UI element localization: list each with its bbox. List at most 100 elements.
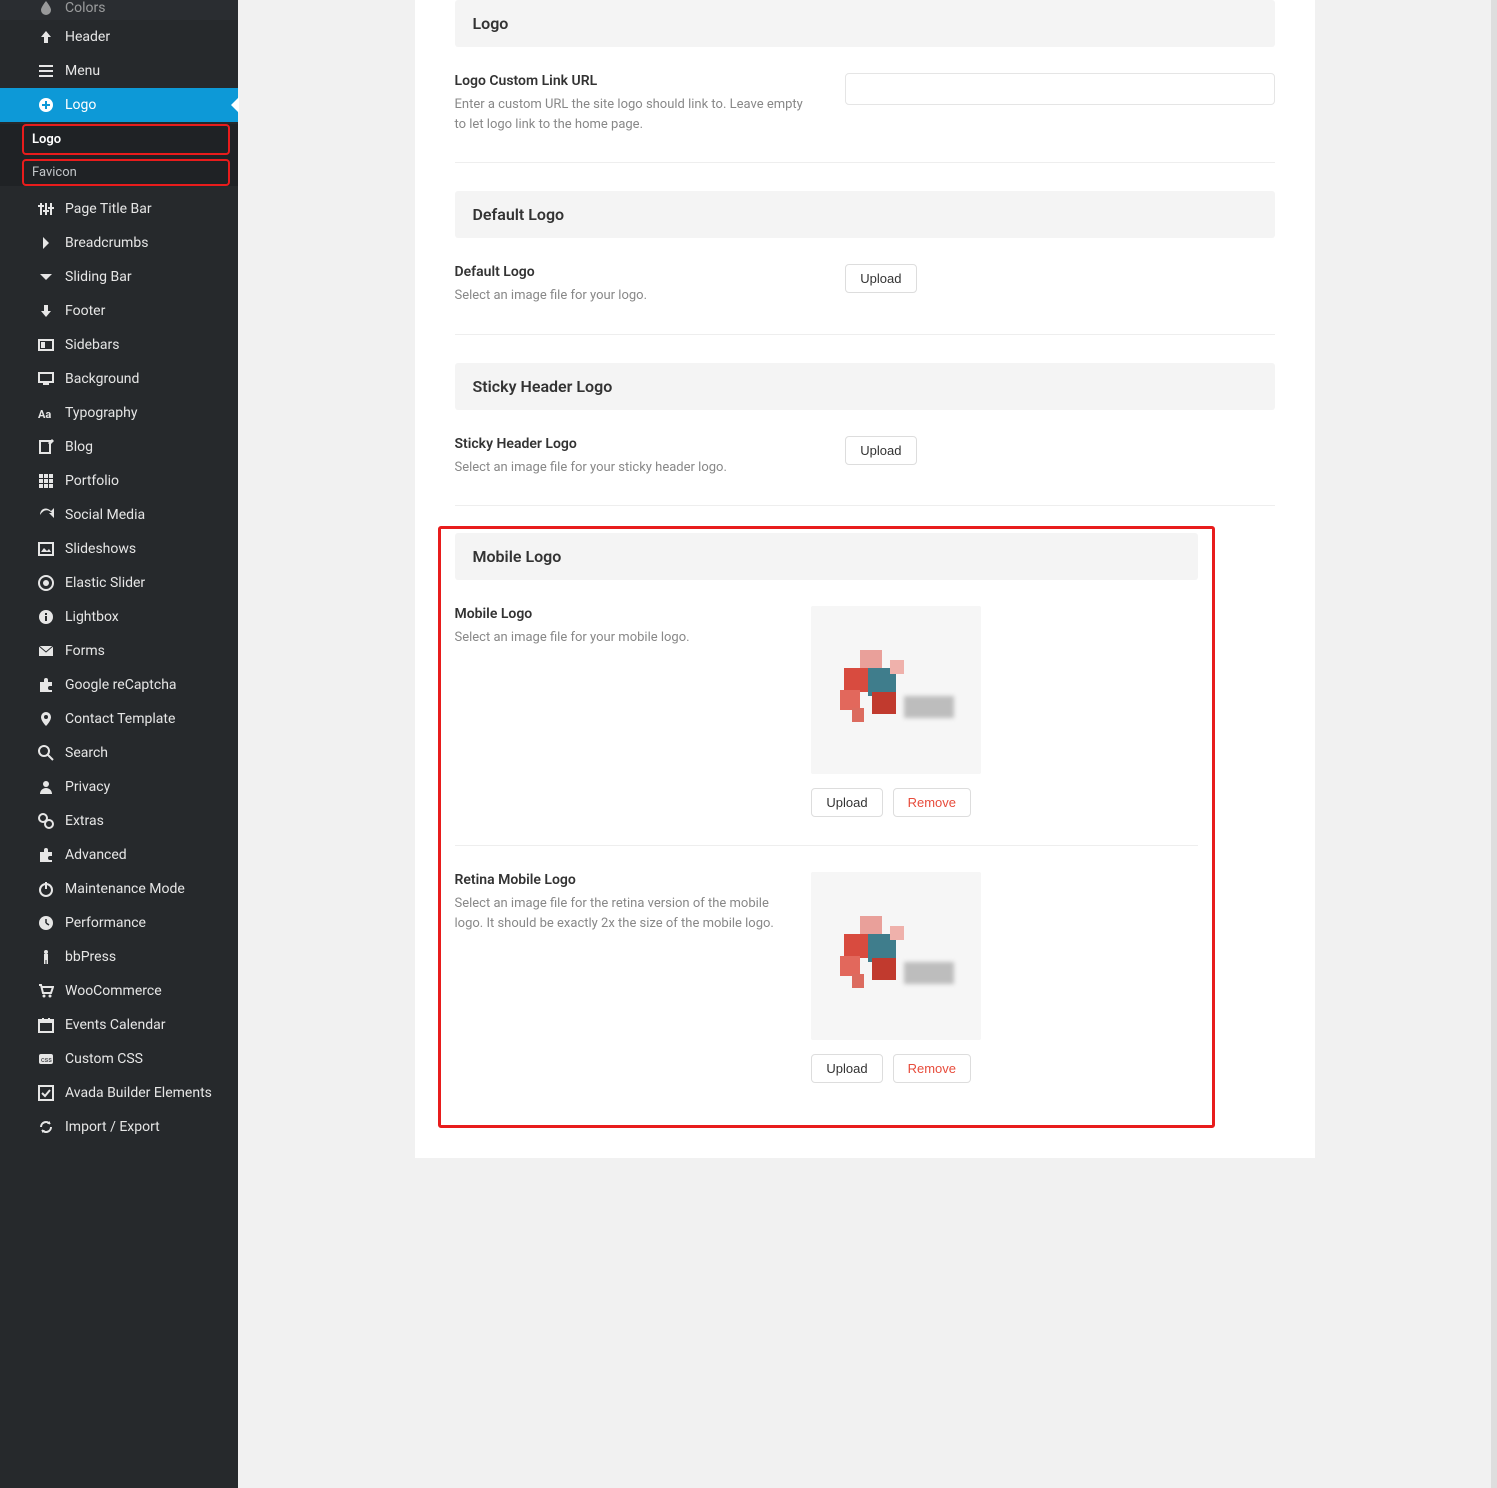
field-sticky-logo: Sticky Header Logo Select an image file … [455, 410, 1275, 507]
sidebar-item-lightbox[interactable]: Lightbox [0, 600, 238, 634]
sidebar-item-menu[interactable]: Menu [0, 54, 238, 88]
rect-icon [37, 337, 55, 353]
edit-icon [37, 439, 55, 455]
person-icon [37, 949, 55, 965]
sidebar-sub-item-favicon[interactable]: Favicon [32, 163, 220, 182]
sidebar-item-maintenance-mode[interactable]: Maintenance Mode [0, 872, 238, 906]
sidebar-item-avada-builder-elements[interactable]: Avada Builder Elements [0, 1076, 238, 1110]
sidebar-item-contact-template[interactable]: Contact Template [0, 702, 238, 736]
remove-button[interactable]: Remove [893, 788, 971, 817]
section-head-logo: Logo [455, 0, 1275, 47]
refresh-icon [37, 1119, 55, 1135]
sidebar-item-elastic-slider[interactable]: Elastic Slider [0, 566, 238, 600]
field-logo-custom-link: Logo Custom Link URL Enter a custom URL … [455, 47, 1275, 163]
sidebar-item-privacy[interactable]: Privacy [0, 770, 238, 804]
sidebar-item-performance[interactable]: Performance [0, 906, 238, 940]
field-title: Logo Custom Link URL [455, 73, 816, 89]
puzzle-icon [37, 677, 55, 693]
upload-button[interactable]: Upload [845, 436, 916, 465]
sidebar-item-label: Maintenance Mode [37, 881, 185, 897]
sidebar-item-social-media[interactable]: Social Media [0, 498, 238, 532]
css-icon: css [37, 1051, 55, 1067]
main-outer: Logo Logo Custom Link URL Enter a custom… [238, 0, 1497, 1488]
section-head-default-logo: Default Logo [455, 191, 1275, 238]
field-desc: Select an image file for your mobile log… [455, 628, 782, 648]
sub-item-label: Logo [32, 132, 61, 147]
sidebar-item-sliding-bar[interactable]: Sliding Bar [0, 260, 238, 294]
field-title: Default Logo [455, 264, 816, 280]
sidebar-sub-items: Logo Favicon [0, 124, 238, 186]
remove-button[interactable]: Remove [893, 1054, 971, 1083]
section-head-sticky: Sticky Header Logo [455, 363, 1275, 410]
sidebar-item-portfolio[interactable]: Portfolio [0, 464, 238, 498]
section-head-mobile: Mobile Logo [455, 533, 1198, 580]
sidebar-item-slideshows[interactable]: Slideshows [0, 532, 238, 566]
field-desc: Enter a custom URL the site logo should … [455, 95, 816, 134]
mobile-logo-thumb [811, 606, 981, 774]
desktop-icon [37, 371, 55, 387]
disc-icon [37, 575, 55, 591]
grid-icon [37, 473, 55, 489]
highlight-logo: Logo [22, 124, 230, 155]
sidebar-item-page-title-bar[interactable]: Page Title Bar [0, 192, 238, 226]
sidebar-item-label: Contact Template [37, 711, 175, 727]
sidebar-item-label: Avada Builder Elements [37, 1085, 212, 1101]
sidebar-item-import-export[interactable]: Import / Export [0, 1110, 238, 1144]
field-title: Sticky Header Logo [455, 436, 816, 452]
sidebar-item-events-calendar[interactable]: Events Calendar [0, 1008, 238, 1042]
calendar-icon [37, 1017, 55, 1033]
highlight-favicon: Favicon [22, 159, 230, 186]
sidebar-item-typography[interactable]: Aa Typography [0, 396, 238, 430]
pin-icon [37, 711, 55, 727]
sidebar-item-background[interactable]: Background [0, 362, 238, 396]
sidebar-item-header[interactable]: Header [0, 20, 238, 54]
sidebar-item-google-recaptcha[interactable]: Google reCaptcha [0, 668, 238, 702]
sidebar-item-breadcrumbs[interactable]: Breadcrumbs [0, 226, 238, 260]
sidebar-item-forms[interactable]: Forms [0, 634, 238, 668]
sidebar-item-bbpress[interactable]: bbPress [0, 940, 238, 974]
sidebar: Colors Header Menu Logo Logo Favicon Pag… [0, 0, 238, 1488]
pixel-logo-image [832, 644, 960, 736]
field-title: Retina Mobile Logo [455, 872, 782, 888]
sidebar-item-blog[interactable]: Blog [0, 430, 238, 464]
pixel-logo-image [832, 910, 960, 1002]
sidebar-item-search[interactable]: Search [0, 736, 238, 770]
clock-icon [37, 915, 55, 931]
sidebar-item-extras[interactable]: Extras [0, 804, 238, 838]
sidebar-item-logo[interactable]: Logo [0, 88, 238, 122]
logo-custom-link-input[interactable] [845, 73, 1274, 105]
user-icon [37, 779, 55, 795]
sidebar-item-woocommerce[interactable]: WooCommerce [0, 974, 238, 1008]
plus-circle-icon [37, 97, 55, 113]
image-icon [37, 541, 55, 557]
field-retina-mobile-logo: Retina Mobile Logo Select an image file … [455, 846, 1198, 1111]
svg-text:Aa: Aa [38, 408, 51, 421]
sidebar-item-label: Import / Export [37, 1119, 160, 1135]
gears-icon [37, 813, 55, 829]
power-icon [37, 881, 55, 897]
field-desc: Select an image file for your sticky hea… [455, 458, 816, 478]
font-icon: Aa [37, 405, 55, 421]
check-icon [37, 1085, 55, 1101]
sidebar-item-label: Events Calendar [37, 1017, 165, 1033]
upload-button[interactable]: Upload [845, 264, 916, 293]
sidebar-item-advanced[interactable]: Advanced [0, 838, 238, 872]
share-icon [37, 507, 55, 523]
sliders-icon [37, 201, 55, 217]
sidebar-sub-item-logo[interactable]: Logo [32, 128, 220, 151]
field-desc: Select an image file for the retina vers… [455, 894, 782, 933]
arrow-down-icon [37, 303, 55, 319]
search-icon [37, 745, 55, 761]
upload-button[interactable]: Upload [811, 788, 882, 817]
sidebar-item-sidebars[interactable]: Sidebars [0, 328, 238, 362]
sidebar-item-label: Google reCaptcha [37, 677, 177, 693]
mobile-logo-callout: Mobile Logo Mobile Logo Select an image … [438, 526, 1215, 1128]
sidebar-item-colors[interactable]: Colors [0, 0, 238, 20]
mail-icon [37, 643, 55, 659]
field-default-logo: Default Logo Select an image file for yo… [455, 238, 1275, 335]
field-mobile-logo: Mobile Logo Select an image file for you… [455, 580, 1198, 846]
sidebar-item-footer[interactable]: Footer [0, 294, 238, 328]
upload-button[interactable]: Upload [811, 1054, 882, 1083]
sidebar-item-custom-css[interactable]: css Custom CSS [0, 1042, 238, 1076]
chevron-right-icon [37, 235, 55, 251]
